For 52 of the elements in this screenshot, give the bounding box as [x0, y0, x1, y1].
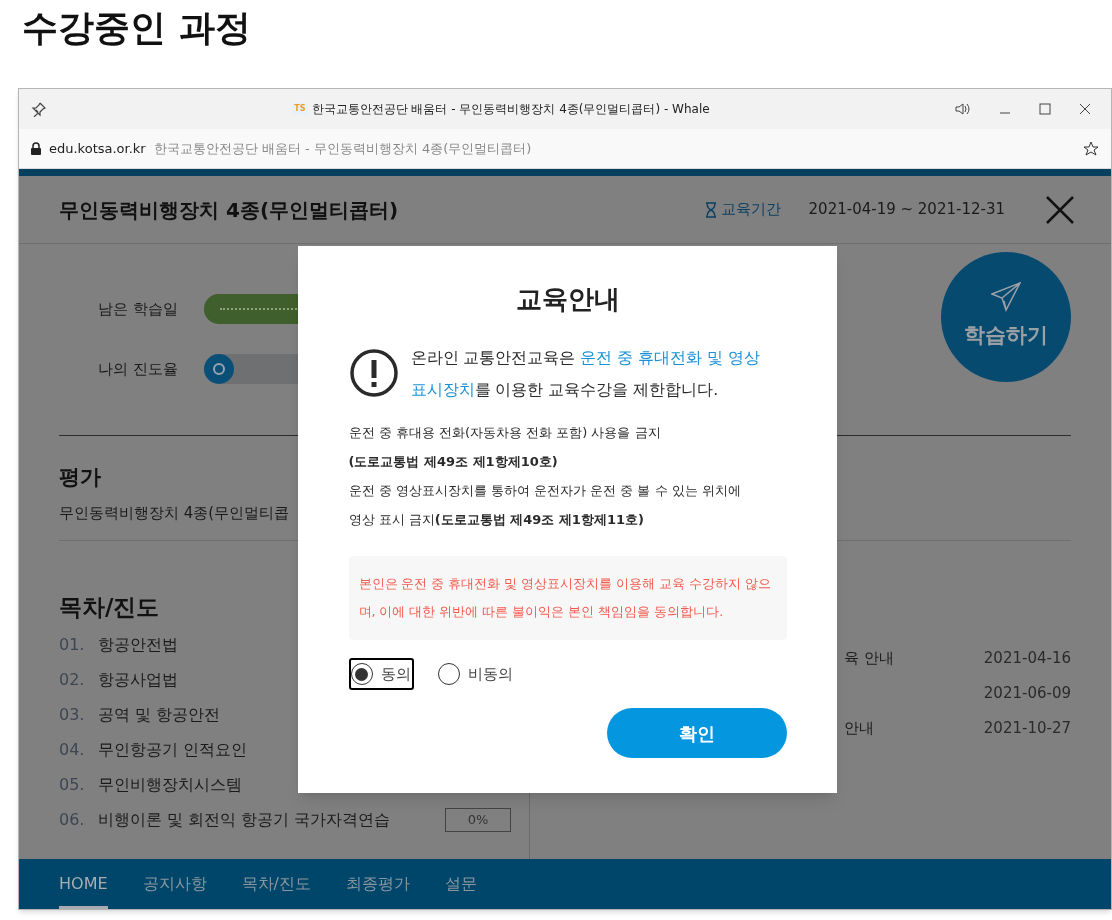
- chapter-number: 05.: [59, 773, 86, 796]
- evaluation-item: 무인동력비행장치 4종(무인멀티콥: [59, 503, 290, 524]
- notice-date: 2021-06-09: [983, 683, 1071, 705]
- agreement-text: 본인은 운전 중 휴대전화 및 영상표시장치를 이용해 교육 수강하지 않으며, 이에 대한 위반에 따른 불이익은 본인 책임임을 동의합니다.: [358, 575, 773, 621]
- course-period: 2021-04-19 ~ 2021-12-31: [808, 199, 1005, 221]
- contents-heading: 목차/진도: [59, 593, 160, 622]
- nav-tab[interactable]: 최종평가: [345, 859, 410, 909]
- radio-option[interactable]: 비동의: [435, 658, 515, 690]
- lock-icon[interactable]: [31, 142, 41, 155]
- page-heading: 수강중인 과정: [22, 6, 252, 50]
- chapter-number: 04.: [59, 738, 86, 761]
- notice-date: 2021-10-27: [983, 718, 1071, 740]
- confirm-button[interactable]: 확인: [606, 708, 787, 758]
- restriction-notice: 온라인 교통안전교육은 운전 중 휴대전화 및 영상표시장치를 이용한 교육수강을 제한합니다.: [410, 348, 761, 401]
- progress-percent: 0%: [467, 810, 489, 829]
- nav-tab[interactable]: HOME: [59, 859, 108, 909]
- period-label: 교육기간: [720, 199, 781, 221]
- nav-tab[interactable]: 목차/진도: [241, 859, 311, 909]
- pin-icon[interactable]: [31, 101, 47, 117]
- course-title: 무인동력비행장치 4종(무인멀티콥터): [59, 196, 400, 224]
- notice-date: 2021-04-16: [983, 648, 1071, 670]
- chapter-number: 03.: [59, 703, 86, 726]
- close-icon[interactable]: [1079, 103, 1091, 115]
- star-icon[interactable]: [1083, 140, 1099, 157]
- close-icon[interactable]: [1045, 194, 1075, 225]
- chapter-number: 01.: [59, 633, 86, 656]
- maximize-icon[interactable]: [1039, 103, 1051, 115]
- chapter-number: 02.: [59, 668, 86, 691]
- notice-title[interactable]: 안내: [844, 717, 984, 740]
- url-domain[interactable]: edu.kotsa.or.kr: [49, 138, 146, 159]
- study-button[interactable]: 학습하기: [941, 252, 1071, 382]
- progress-knob: [204, 354, 234, 384]
- law-text: 운전 중 영상표시장치를 통하여 운전자가 운전 중 볼 수 있는 위치에: [348, 482, 741, 500]
- speaker-icon[interactable]: [955, 102, 971, 116]
- url-page-title: 한국교통안전공단 배움터 - 무인동력비행장치 4종(무인멀티콥터): [153, 139, 532, 158]
- law-text: 영상 표시 금지(도로교통법 제49조 제1항제11호): [348, 511, 644, 529]
- evaluation-heading: 평가: [59, 464, 101, 491]
- law-text: (도로교통법 제49조 제1항제10호): [348, 453, 558, 471]
- warning-icon: [348, 348, 399, 398]
- nav-tab[interactable]: 공지사항: [142, 859, 207, 909]
- site-favicon: TS: [292, 103, 308, 115]
- meter-label: 남은 학습일: [98, 298, 174, 320]
- notice-title[interactable]: 육 안내: [844, 647, 984, 670]
- law-text: 운전 중 휴대용 전화(자동차용 전화 포함) 사용을 금지: [348, 424, 661, 442]
- tab-title: 한국교통안전공단 배움터 - 무인동력비행장치 4종(무인멀티콥터) - Whale: [311, 101, 710, 118]
- radio-option[interactable]: 동의: [348, 658, 414, 690]
- hourglass-icon: [704, 201, 717, 218]
- chapter-number: 06.: [59, 808, 86, 831]
- modal-title: 교육안내: [515, 283, 620, 316]
- nav-tab[interactable]: 설문: [444, 859, 477, 909]
- paper-plane-icon: [991, 282, 1021, 313]
- chapter-title[interactable]: 비행이론 및 회전익 항공기 국가자격연습: [98, 807, 445, 832]
